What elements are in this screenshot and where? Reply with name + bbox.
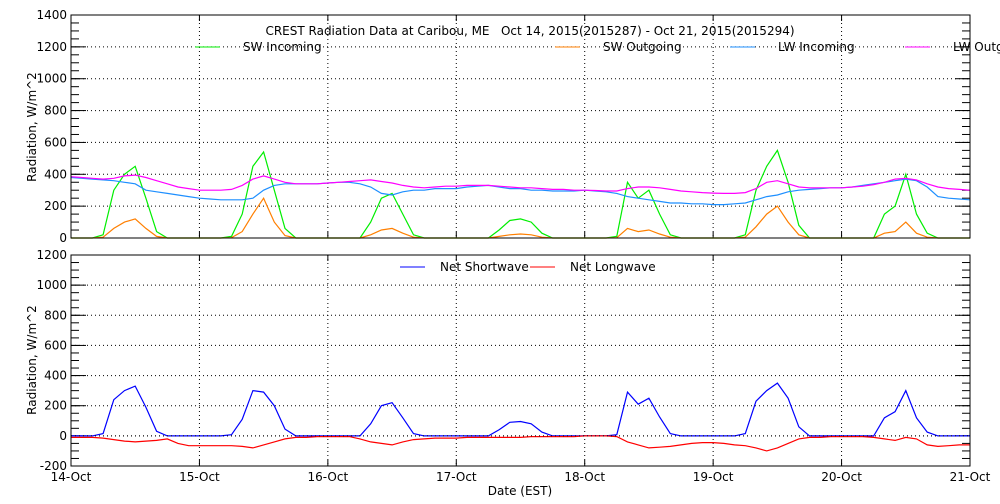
chart-title: CREST Radiation Data at Caribou, ME Oct … bbox=[265, 24, 794, 38]
legend-label: LW Incoming bbox=[778, 40, 855, 54]
y-tick-label: 0 bbox=[59, 429, 67, 443]
x-tick-label: 20-Oct bbox=[821, 470, 862, 484]
y-tick-label: 1400 bbox=[36, 8, 67, 22]
series-line-net-shortwave bbox=[71, 382, 970, 437]
radiation-chart: CREST Radiation Data at Caribou, ME Oct … bbox=[25, 8, 1000, 498]
series-line-net-longwave bbox=[71, 435, 970, 452]
y-tick-label: 600 bbox=[44, 135, 67, 149]
x-tick-label: 21-Oct bbox=[950, 470, 991, 484]
plot-frame bbox=[70, 254, 971, 467]
y-tick-label: 600 bbox=[44, 338, 67, 352]
y-tick-label: 400 bbox=[44, 167, 67, 181]
y-tick-label: 400 bbox=[44, 369, 67, 383]
bottom-y-axis-label: Radiation, W/m^2 bbox=[25, 305, 39, 415]
legend-label: SW Incoming bbox=[243, 40, 322, 54]
legend-label: SW Outgoing bbox=[603, 40, 682, 54]
series-line-lw-outgoing bbox=[70, 174, 971, 194]
y-tick-label: 200 bbox=[44, 199, 67, 213]
y-tick-label: 1000 bbox=[36, 72, 67, 86]
x-tick-label: 14-Oct bbox=[51, 470, 92, 484]
y-tick-label: 1000 bbox=[36, 278, 67, 292]
series-line-lw-incoming bbox=[70, 176, 971, 206]
x-tick-label: 19-Oct bbox=[693, 470, 734, 484]
y-tick-label: 0 bbox=[59, 231, 67, 245]
y-tick-label: 800 bbox=[44, 104, 67, 118]
legend-label: Net Longwave bbox=[570, 260, 656, 274]
x-tick-label: 16-Oct bbox=[308, 470, 349, 484]
legend-label: LW Outgoing bbox=[953, 40, 1000, 54]
x-tick-label: 18-Oct bbox=[564, 470, 605, 484]
x-tick-label: 15-Oct bbox=[179, 470, 220, 484]
y-tick-label: 1200 bbox=[36, 40, 67, 54]
y-tick-label: 1200 bbox=[36, 248, 67, 262]
y-tick-label: 800 bbox=[44, 308, 67, 322]
series-line-sw-incoming bbox=[71, 149, 970, 239]
legend-label: Net Shortwave bbox=[440, 260, 529, 274]
panel-top: 0 200 400 600 800 1000 1200 1400 SW Incoming SW O… bbox=[36, 8, 1000, 245]
top-y-axis-label: Radiation, W/m^2 bbox=[25, 72, 39, 182]
y-tick-label: 200 bbox=[44, 399, 67, 413]
series-line-sw-outgoing bbox=[71, 196, 970, 239]
x-tick-label: 17-Oct bbox=[436, 470, 477, 484]
x-axis-label: Date (EST) bbox=[488, 484, 552, 498]
panel-bottom: -200020040060080010001200Net Shortwave Ne… bbox=[36, 248, 990, 484]
